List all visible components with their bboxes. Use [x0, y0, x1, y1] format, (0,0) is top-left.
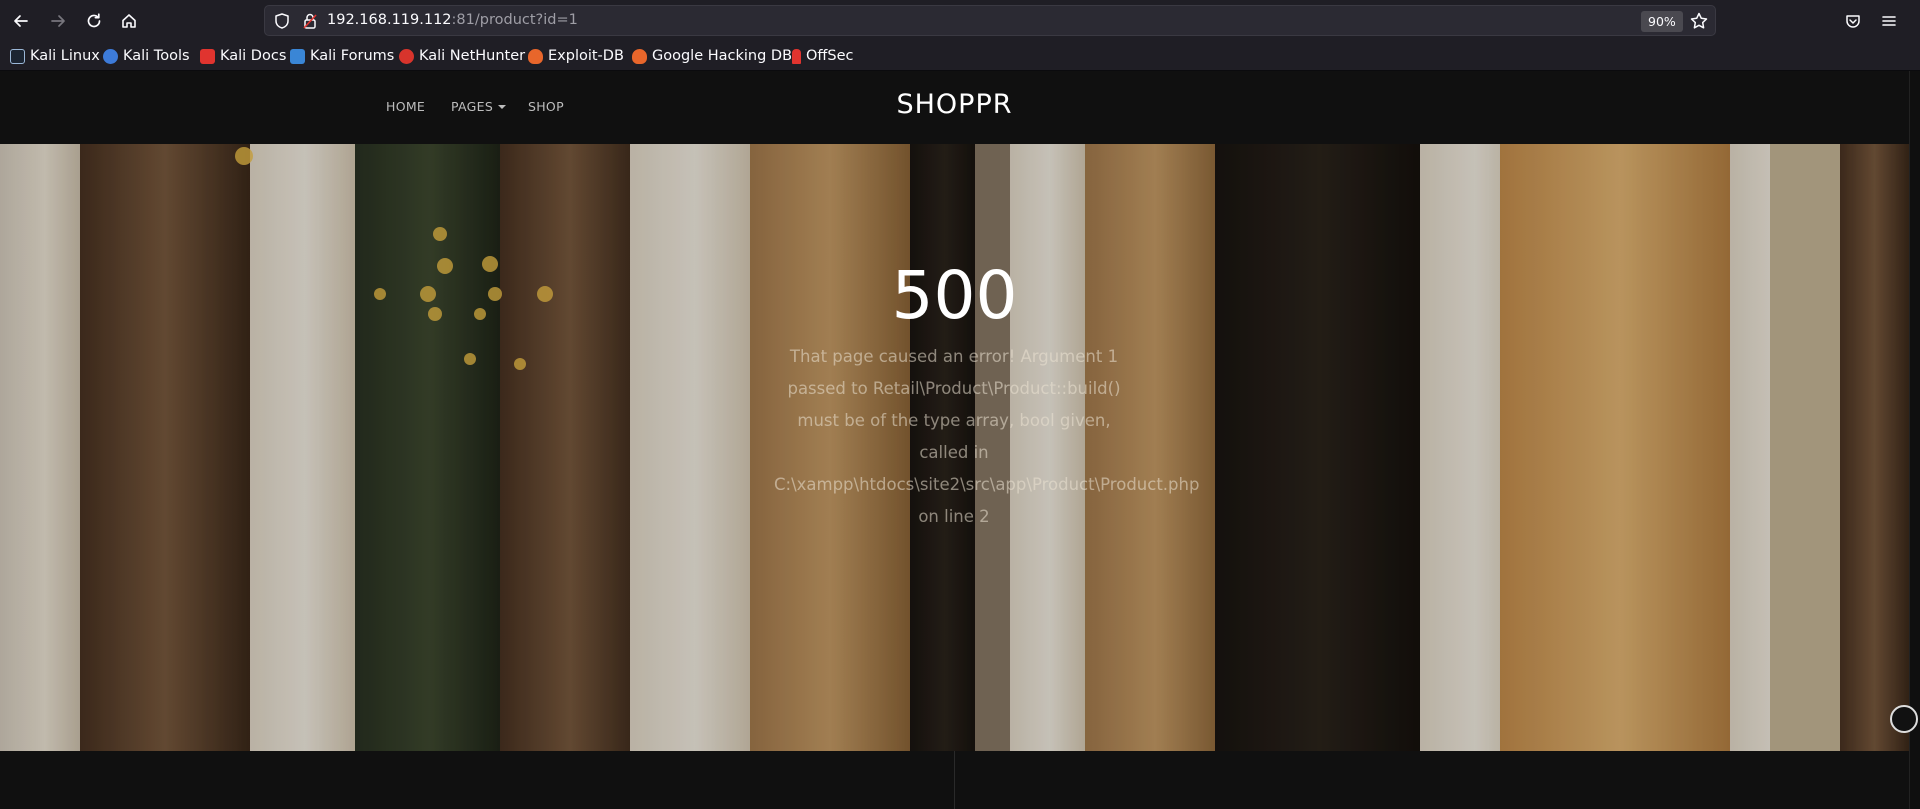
bookmark-label: Kali Docs: [220, 48, 287, 64]
url-host: 192.168.119.112: [327, 12, 452, 28]
page-footer-section: [0, 751, 1909, 809]
exploit-db-icon: [528, 48, 543, 64]
tracking-shield-icon[interactable]: [273, 12, 291, 30]
bookmark-label: Kali Linux: [30, 48, 100, 64]
back-arrow-icon: [14, 15, 28, 27]
pocket-icon: [1846, 15, 1860, 28]
kali-forums-icon: [290, 48, 305, 64]
pocket-button[interactable]: [1840, 8, 1866, 34]
hero-banner: 500 That page caused an error! Argument …: [0, 144, 1909, 751]
bookmark-exploit-db[interactable]: Exploit-DB: [528, 45, 624, 67]
url-path: :81/product?id=1: [451, 12, 578, 28]
home-icon: [122, 14, 136, 28]
bookmark-kali-tools[interactable]: Kali Tools: [103, 45, 190, 67]
bookmarks-toolbar: Kali Linux Kali Tools Kali Docs Kali For…: [0, 40, 1920, 71]
bookmark-kali-docs[interactable]: Kali Docs: [200, 45, 286, 67]
error-message-text: That page caused an error! Argument 1 pa…: [774, 347, 1200, 526]
bookmark-label: Kali Forums: [310, 48, 395, 64]
kali-dragon-icon: [10, 48, 25, 64]
bookmark-kali-nethunter[interactable]: Kali NetHunter: [399, 45, 525, 67]
url-text[interactable]: 192.168.119.112:81/product?id=1: [327, 12, 578, 28]
floating-chat-icon[interactable]: [1890, 705, 1918, 733]
footer-divider: [954, 751, 955, 809]
nethunter-icon: [399, 48, 414, 64]
reload-icon: [87, 13, 101, 28]
bookmark-label: OffSec: [806, 48, 854, 64]
insecure-lock-icon[interactable]: [301, 12, 319, 30]
bookmark-label: Kali NetHunter: [419, 48, 526, 64]
bookmark-kali-forums[interactable]: Kali Forums: [290, 45, 394, 67]
web-page: HOME PAGES SHOP SHOPPR 500 That page cau…: [0, 71, 1909, 809]
bookmark-label: Exploit-DB: [548, 48, 624, 64]
bookmark-offsec[interactable]: OffSec: [792, 45, 854, 67]
bookmark-google-hacking-db[interactable]: Google Hacking DB: [632, 45, 792, 67]
forward-button[interactable]: [45, 8, 71, 34]
offsec-icon: [792, 48, 801, 64]
forward-arrow-icon: [51, 15, 65, 27]
app-menu-button[interactable]: [1876, 8, 1902, 34]
home-button[interactable]: [116, 8, 142, 34]
error-code-heading: 500: [891, 257, 1018, 334]
kali-docs-icon: [200, 48, 215, 64]
hamburger-menu-icon: [1882, 16, 1896, 26]
page-scrollbar[interactable]: [1909, 71, 1920, 809]
site-brand-logo[interactable]: SHOPPR: [0, 89, 1909, 120]
zoom-level-badge[interactable]: 90%: [1641, 11, 1683, 32]
bookmark-label: Google Hacking DB: [652, 48, 793, 64]
kali-tools-icon: [103, 48, 118, 64]
bookmark-label: Kali Tools: [123, 48, 190, 64]
back-button[interactable]: [8, 8, 34, 34]
site-navbar: HOME PAGES SHOP SHOPPR: [0, 71, 1909, 144]
browser-toolbar: 192.168.119.112:81/product?id=1 90%: [0, 0, 1920, 40]
bookmark-star-icon[interactable]: [1689, 11, 1709, 31]
bookmark-kali-linux[interactable]: Kali Linux: [10, 45, 100, 67]
address-bar[interactable]: 192.168.119.112:81/product?id=1 90%: [264, 5, 1716, 36]
reload-button[interactable]: [81, 8, 107, 34]
ghdb-icon: [632, 48, 647, 64]
